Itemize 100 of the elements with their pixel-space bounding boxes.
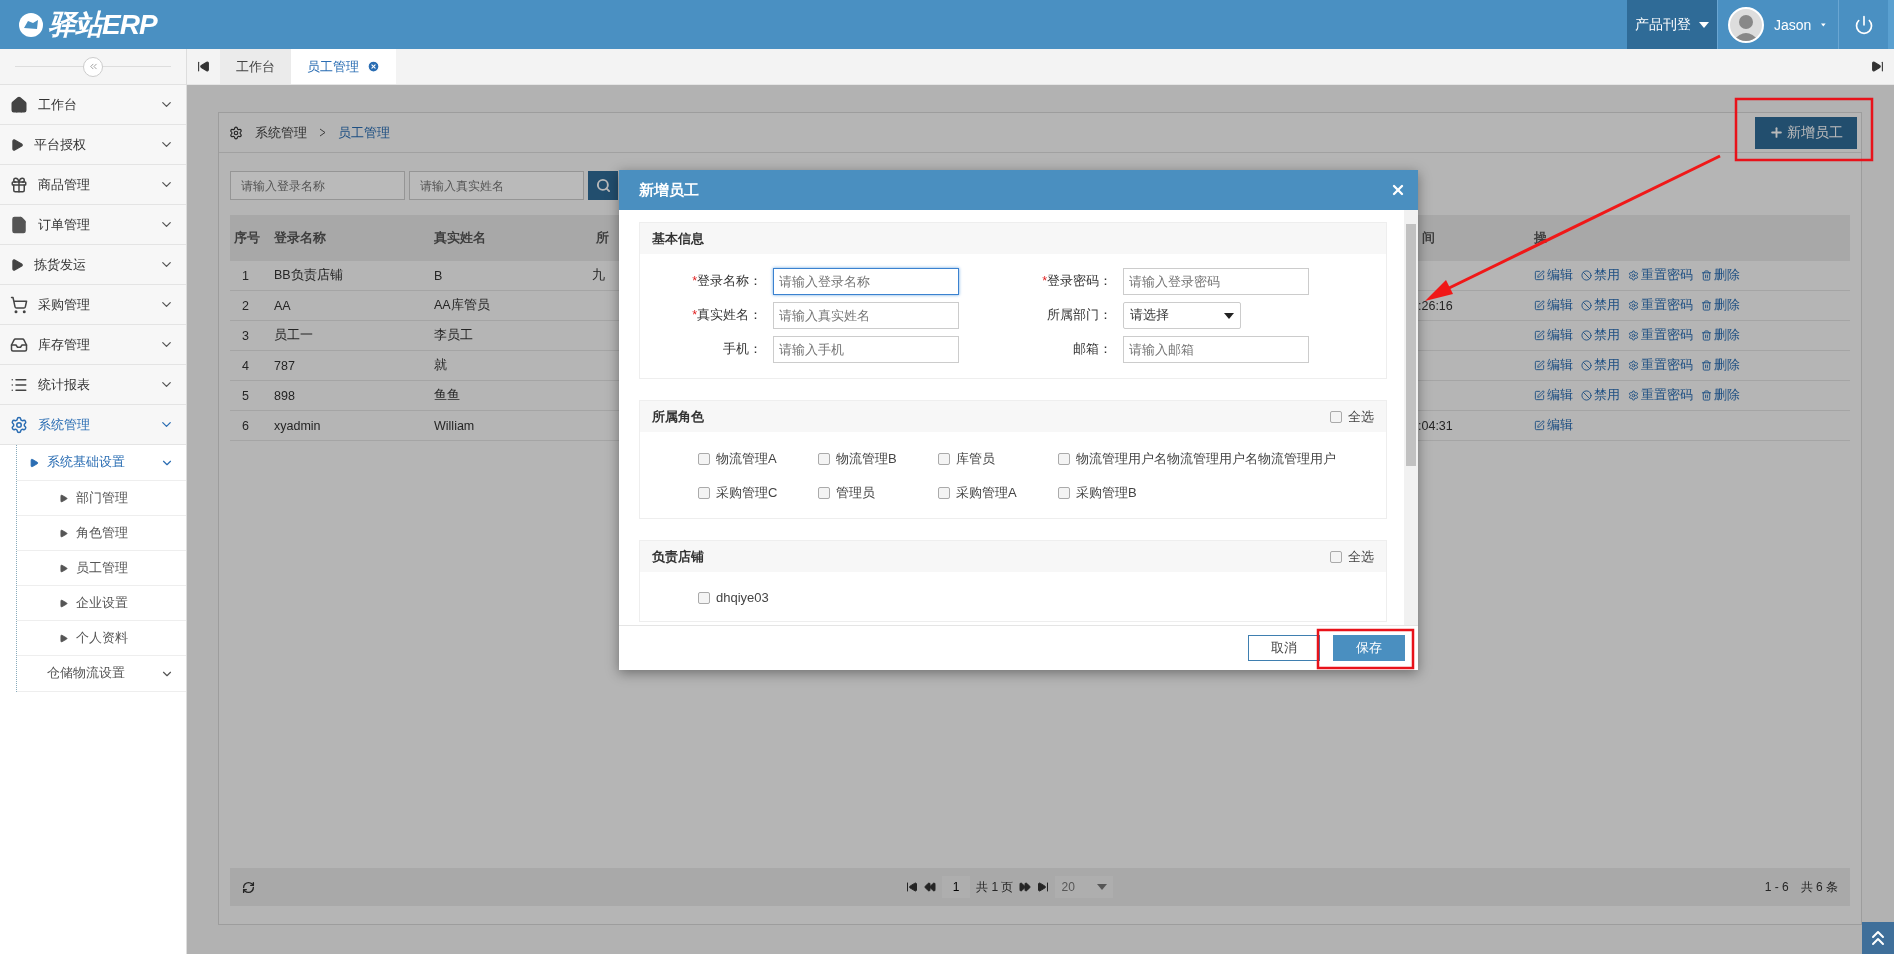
input-field[interactable]: 请输入邮箱 [1123, 336, 1309, 363]
search-button[interactable] [588, 171, 618, 200]
checkbox[interactable]: 采购管理B [1058, 484, 1386, 502]
product-menu[interactable]: 产品刊登 [1627, 0, 1717, 49]
tab[interactable]: 员工管理 [291, 49, 396, 84]
save-button[interactable]: 保存 [1333, 635, 1405, 661]
table-cell: 李员工 [430, 321, 592, 351]
back-to-top-button[interactable] [1862, 922, 1894, 954]
action-link[interactable]: 禁用 [1581, 297, 1620, 314]
action-link[interactable]: 重置密码 [1628, 387, 1693, 404]
sidebar-item[interactable]: 平台授权 [0, 125, 186, 165]
next-page-icon[interactable] [1019, 881, 1032, 893]
gear-icon [1628, 360, 1639, 371]
first-page-icon[interactable] [906, 881, 919, 893]
table-cell: 3 [230, 321, 270, 351]
caret-icon [1821, 21, 1826, 28]
ban-icon [1581, 390, 1592, 401]
last-tab-icon[interactable] [1871, 60, 1884, 73]
edit-icon [1534, 330, 1545, 341]
power-icon[interactable] [1853, 14, 1874, 35]
column-header: 登录名称 [270, 215, 430, 261]
checkbox[interactable]: 库管员 [938, 450, 1058, 468]
department-select[interactable]: 请选择 [1123, 302, 1241, 329]
trash-icon [1701, 330, 1712, 341]
breadcrumb-item: 员工管理 [338, 123, 390, 142]
action-link[interactable]: 删除 [1701, 327, 1740, 344]
checkbox[interactable]: 全选 [1330, 407, 1374, 426]
action-link[interactable]: 禁用 [1581, 387, 1620, 404]
sidebar-item[interactable]: 统计报表 [0, 365, 186, 405]
close-icon[interactable] [1390, 182, 1406, 198]
action-link[interactable]: 禁用 [1581, 357, 1620, 374]
ban-icon [1581, 330, 1592, 341]
sidebar-item[interactable]: 系统管理 [0, 405, 186, 445]
sidebar-item[interactable]: 工作台 [0, 85, 186, 125]
checkbox[interactable]: 全选 [1330, 547, 1374, 566]
action-link[interactable]: 重置密码 [1628, 297, 1693, 314]
action-link[interactable]: 删除 [1701, 387, 1740, 404]
page-field[interactable]: 1 [942, 876, 971, 898]
caret-icon [59, 563, 68, 573]
input-field[interactable]: 请输入真实姓名 [773, 302, 959, 329]
caret-icon [59, 598, 68, 608]
action-link[interactable]: 删除 [1701, 267, 1740, 284]
column-header: 间 [1418, 215, 1530, 261]
sidebar-item[interactable]: 拣货发运 [0, 245, 186, 285]
checkbox[interactable]: dhqiye03 [698, 590, 818, 605]
checkbox[interactable]: 采购管理A [938, 484, 1058, 502]
action-link[interactable]: 重置密码 [1628, 357, 1693, 374]
table-cell: AA库管员 [430, 291, 592, 321]
section-title: 所属角色 [652, 407, 705, 426]
last-page-icon[interactable] [1037, 881, 1050, 893]
action-link[interactable]: 编辑 [1534, 327, 1573, 344]
action-link[interactable]: 禁用 [1581, 327, 1620, 344]
scrollbar[interactable] [1404, 210, 1418, 625]
cancel-button[interactable]: 取消 [1248, 635, 1320, 661]
checkbox[interactable]: 物流管理A [698, 450, 818, 468]
action-link[interactable]: 编辑 [1534, 297, 1573, 314]
field-label: 手机： [722, 341, 762, 358]
field-label: 所属部门： [1046, 307, 1112, 324]
close-icon[interactable] [367, 60, 380, 73]
sidebar-item[interactable]: 商品管理 [0, 165, 186, 205]
tab[interactable]: 工作台 [220, 49, 291, 84]
search-field[interactable]: 请输入登录名称 [230, 171, 405, 200]
search-field[interactable]: 请输入真实姓名 [409, 171, 584, 200]
checkbox[interactable]: 物流管理用户名物流管理用户名物流管理用户 [1058, 450, 1386, 468]
checkbox[interactable]: 管理员 [818, 484, 938, 502]
action-link[interactable]: 删除 [1701, 357, 1740, 374]
input-field[interactable]: 请输入登录名称 [773, 268, 959, 295]
logo-text: 驿站ERP [48, 7, 157, 42]
action-link[interactable]: 禁用 [1581, 267, 1620, 284]
action-link[interactable]: 编辑 [1534, 417, 1573, 434]
caret-icon [1699, 21, 1709, 28]
input-field[interactable]: 请输入登录密码 [1123, 268, 1309, 295]
sidebar-item[interactable]: 订单管理 [0, 205, 186, 245]
action-link[interactable]: 编辑 [1534, 357, 1573, 374]
input-field[interactable]: 请输入手机 [773, 336, 959, 363]
gear-icon [10, 415, 28, 434]
table-cell: BB负责店铺 [270, 261, 430, 291]
checkbox[interactable]: 采购管理C [698, 484, 818, 502]
page-size-select[interactable]: 20 [1055, 876, 1114, 898]
action-link[interactable]: 重置密码 [1628, 327, 1693, 344]
first-tab-icon[interactable] [197, 60, 210, 73]
action-link[interactable]: 重置密码 [1628, 267, 1693, 284]
page-count: 共 1 页 [976, 878, 1014, 896]
trash-icon [1701, 300, 1712, 311]
record-total: 共 6 条 [1800, 878, 1838, 896]
caret-icon [59, 633, 68, 643]
previous-page-icon[interactable] [924, 881, 937, 893]
action-link[interactable]: 编辑 [1534, 387, 1573, 404]
checkbox[interactable]: 物流管理B [818, 450, 938, 468]
sidebar-item[interactable]: 库存管理 [0, 325, 186, 365]
edit-icon [1534, 300, 1545, 311]
table-cell: William [430, 411, 592, 441]
action-link[interactable]: 编辑 [1534, 267, 1573, 284]
ban-icon [1581, 300, 1592, 311]
table-cell: 5 [230, 381, 270, 411]
action-link[interactable]: 删除 [1701, 297, 1740, 314]
add-employee-button[interactable]: 新增员工 [1755, 116, 1857, 149]
breadcrumb-item[interactable]: 系统管理 [255, 123, 307, 142]
sidebar-item[interactable]: 采购管理 [0, 285, 186, 325]
refresh-icon[interactable] [242, 880, 255, 894]
